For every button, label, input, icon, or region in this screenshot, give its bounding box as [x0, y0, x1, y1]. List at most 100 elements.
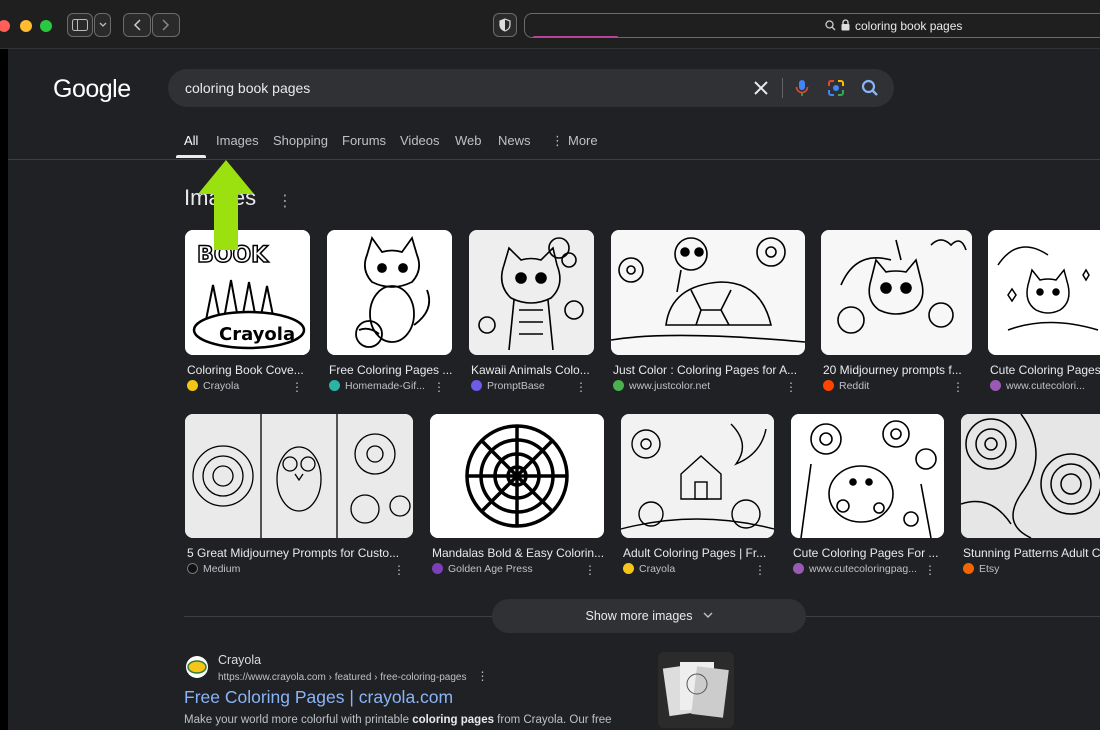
source-name: www.justcolor.net: [629, 380, 711, 392]
image-result[interactable]: Mandalas Bold & Easy Colorin... Golden A…: [430, 414, 604, 579]
image-result[interactable]: 20 Midjourney prompts f... Reddit ⋮: [821, 230, 972, 395]
active-tab-indicator: [176, 155, 206, 158]
crayola-logo-icon: [187, 660, 207, 674]
garden-cottage-image: [621, 414, 774, 538]
source-name: www.cutecoloringpag...: [809, 563, 917, 575]
show-more-images-button[interactable]: Show more images: [492, 599, 806, 633]
image-title[interactable]: Coloring Book Cove...: [187, 363, 313, 377]
search-box[interactable]: coloring book pages: [168, 69, 894, 107]
privacy-report-button[interactable]: [493, 13, 517, 37]
image-title[interactable]: Adult Coloring Pages | Fr...: [623, 546, 773, 560]
sidebar-toggle-button[interactable]: [67, 13, 93, 37]
search-input[interactable]: coloring book pages: [185, 80, 310, 96]
image-title[interactable]: Cute Coloring Pages For ...: [793, 546, 943, 560]
source-name: www.cutecolori...: [1006, 380, 1085, 392]
image-title[interactable]: Stunning Patterns Adult C: [963, 546, 1100, 560]
image-result[interactable]: Kawaii Animals Colo... PromptBase ⋮: [469, 230, 595, 395]
image-thumbnail[interactable]: [961, 414, 1100, 538]
address-bar[interactable]: coloring book pages: [524, 13, 1100, 38]
tab-shopping[interactable]: Shopping: [273, 133, 328, 148]
image-thumbnail[interactable]: [430, 414, 604, 538]
image-title[interactable]: Kawaii Animals Colo...: [471, 363, 597, 377]
more-vert-icon[interactable]: ⋮: [291, 380, 303, 394]
image-title[interactable]: Free Coloring Pages ...: [329, 363, 455, 377]
crayola-favicon: [186, 656, 208, 678]
search-tabs: All Images Shopping Forums Videos Web Ne…: [8, 127, 1100, 160]
sidebar-icon: [72, 19, 88, 31]
tab-videos[interactable]: Videos: [400, 133, 440, 148]
result-url[interactable]: https://www.crayola.com › featured › fre…: [218, 669, 488, 683]
kitten-drawing-image: [327, 230, 452, 355]
clear-icon[interactable]: [751, 78, 771, 98]
image-result[interactable]: 5 Great Midjourney Prompts for Custo... …: [185, 414, 413, 579]
source-favicon: [329, 380, 340, 391]
image-thumbnail[interactable]: [821, 230, 972, 355]
image-title[interactable]: Just Color : Coloring Pages for A...: [613, 363, 803, 377]
svg-text:Crayola: Crayola: [219, 324, 295, 345]
more-vert-icon[interactable]: ⋮: [277, 191, 293, 211]
source-favicon: [823, 380, 834, 391]
zoom-window-button[interactable]: [40, 20, 52, 32]
tab-web[interactable]: Web: [455, 133, 482, 148]
image-result[interactable]: Just Color : Coloring Pages for A... www…: [611, 230, 805, 395]
tab-more[interactable]: ⋮ More: [551, 133, 598, 149]
search-icon[interactable]: [860, 78, 880, 98]
google-lens-icon[interactable]: [826, 78, 846, 98]
image-thumbnail[interactable]: [791, 414, 944, 538]
result-url-text: https://www.crayola.com › featured › fre…: [218, 672, 467, 683]
image-title[interactable]: 20 Midjourney prompts f...: [823, 363, 968, 377]
tab-all[interactable]: All: [184, 133, 198, 148]
lock-icon: [841, 19, 850, 31]
close-window-button[interactable]: [0, 20, 10, 32]
forward-button[interactable]: [152, 13, 180, 37]
image-result[interactable]: Stunning Patterns Adult C Etsy: [961, 414, 1100, 579]
more-vert-icon[interactable]: ⋮: [393, 563, 405, 577]
source-name: Etsy: [979, 563, 1000, 575]
image-result[interactable]: Adult Coloring Pages | Fr... Crayola ⋮: [621, 414, 774, 579]
image-thumbnail[interactable]: [469, 230, 594, 355]
cute-cat-drawing-image: [988, 230, 1100, 355]
image-result[interactable]: Free Coloring Pages ... Homemade-Gif... …: [327, 230, 453, 395]
stunning-patterns-image: [961, 414, 1100, 538]
search-divider: [782, 78, 783, 98]
image-result[interactable]: Cute Coloring Pages www.cutecolori...: [988, 230, 1100, 395]
image-thumbnail[interactable]: [621, 414, 774, 538]
more-vert-icon[interactable]: ⋮: [584, 563, 596, 577]
result-title-link[interactable]: Free Coloring Pages | crayola.com: [184, 687, 453, 708]
more-vert-icon[interactable]: ⋮: [433, 380, 445, 394]
more-vert-icon[interactable]: ⋮: [754, 563, 766, 577]
more-vert-icon[interactable]: ⋮: [924, 563, 936, 577]
source-favicon: [187, 380, 198, 391]
more-vert-icon[interactable]: ⋮: [785, 380, 797, 394]
image-title[interactable]: Mandalas Bold & Easy Colorin...: [432, 546, 604, 560]
result-site-name[interactable]: Crayola: [218, 653, 261, 667]
source-name: Crayola: [203, 380, 240, 392]
tab-group-menu-button[interactable]: [94, 13, 111, 37]
image-title[interactable]: 5 Great Midjourney Prompts for Custo...: [187, 546, 412, 560]
image-result[interactable]: BOOK Crayola Coloring Book Cove... Crayol…: [185, 230, 311, 395]
image-thumbnail[interactable]: [185, 414, 413, 538]
google-logo[interactable]: Google: [53, 75, 131, 104]
source-name: Reddit: [839, 380, 870, 392]
result-thumbnail[interactable]: [658, 652, 734, 728]
microphone-icon[interactable]: [792, 78, 812, 98]
image-thumbnail[interactable]: [327, 230, 452, 355]
snippet-text: from Crayola. Our free: [493, 714, 612, 726]
more-vert-icon[interactable]: ⋮: [575, 380, 587, 394]
more-vert-icon[interactable]: ⋮: [952, 380, 964, 394]
back-button[interactable]: [123, 13, 151, 37]
source-name: Homemade-Gif...: [345, 380, 425, 392]
tab-news[interactable]: News: [498, 133, 531, 148]
image-result[interactable]: Cute Coloring Pages For ... www.cutecolo…: [791, 414, 944, 579]
image-thumbnail[interactable]: [611, 230, 805, 355]
image-title[interactable]: Cute Coloring Pages: [990, 363, 1100, 377]
tab-images[interactable]: Images: [216, 133, 259, 148]
more-vert-icon[interactable]: ⋮: [476, 669, 488, 683]
tab-forums[interactable]: Forums: [342, 133, 386, 148]
browser-toolbar: coloring book pages: [0, 0, 1100, 49]
chevron-right-icon: [162, 19, 170, 31]
image-thumbnail[interactable]: [988, 230, 1100, 355]
image-source: Homemade-Gif...: [329, 380, 425, 392]
minimize-window-button[interactable]: [20, 20, 32, 32]
image-source: Reddit: [823, 380, 869, 392]
